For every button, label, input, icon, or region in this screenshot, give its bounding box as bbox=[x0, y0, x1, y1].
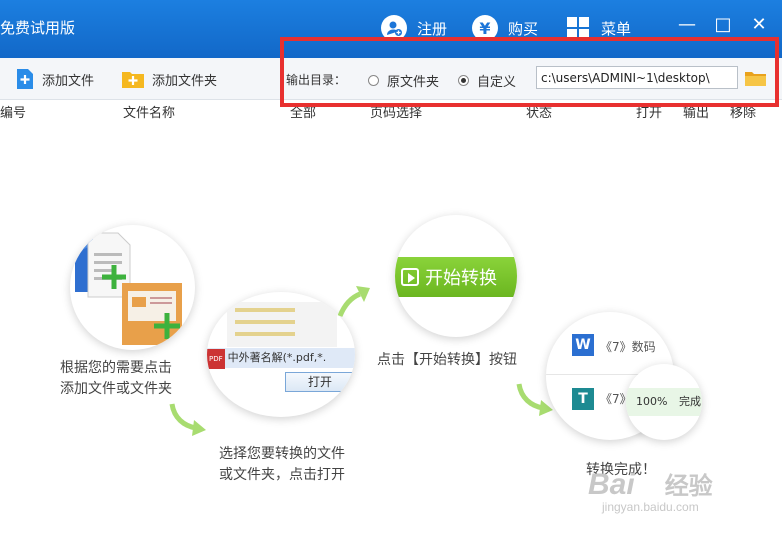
step2-text: 选择您要转换的文件 或文件夹，点击打开 bbox=[219, 446, 345, 483]
file-filter: (*.pdf,*. bbox=[282, 351, 327, 364]
add-folder-label: 添加文件夹 bbox=[152, 73, 218, 89]
play-icon bbox=[401, 268, 419, 286]
step3-circle: 开始转换 bbox=[395, 215, 517, 337]
app-title: 免费试用版 bbox=[0, 19, 76, 37]
close-icon: ✕ bbox=[751, 13, 767, 35]
step3-text: 点击【开始转换】按钮 bbox=[377, 352, 517, 368]
watermark-logo: Bai 经验 bbox=[588, 468, 713, 501]
step1-text: 根据您的需要点击 添加文件或文件夹 bbox=[60, 360, 172, 397]
menu-label: 菜单 bbox=[601, 19, 632, 38]
pdf-icon: PDF bbox=[207, 349, 225, 369]
add-folder-icon bbox=[121, 68, 145, 90]
file-name: 中外著名解 bbox=[227, 351, 283, 364]
arrow-step1-icon bbox=[169, 403, 206, 436]
add-file-button[interactable]: 添加文件 bbox=[15, 67, 94, 91]
maximize-icon: □ bbox=[714, 13, 732, 35]
buy-label: 购买 bbox=[508, 19, 539, 38]
add-file-label: 添加文件 bbox=[42, 73, 95, 89]
add-file-icon bbox=[15, 68, 35, 90]
file-dialog-list bbox=[227, 302, 337, 347]
close-button[interactable]: ✕ bbox=[747, 12, 771, 36]
column-number: 编号 bbox=[0, 106, 27, 121]
watermark-url: jingyan.baidu.com bbox=[602, 500, 699, 514]
file-row: PDF 中外著名解(*.pdf,*. bbox=[207, 348, 355, 369]
minimize-button[interactable]: — bbox=[675, 12, 699, 36]
progress-value: 100% bbox=[636, 395, 668, 408]
start-convert-button[interactable]: 开始转换 bbox=[395, 257, 517, 297]
doc-title: 《7》数码 bbox=[600, 340, 656, 354]
add-folder-button[interactable]: 添加文件夹 bbox=[121, 67, 217, 91]
add-files-illustration-icon bbox=[75, 232, 182, 345]
text-doc-icon: T bbox=[572, 388, 594, 410]
progress-circle: 100% 完成 bbox=[626, 364, 702, 440]
step1-circle bbox=[70, 225, 195, 350]
register-label: 注册 bbox=[417, 19, 448, 38]
progress-status: 完成 bbox=[678, 395, 701, 408]
open-button[interactable]: 打开 bbox=[285, 372, 355, 392]
progress-badge: 100% 完成 bbox=[626, 388, 702, 416]
minimize-icon: — bbox=[678, 13, 696, 35]
step2-circle: PDF 中外著名解(*.pdf,*. 打开 bbox=[207, 292, 355, 417]
maximize-button[interactable]: □ bbox=[711, 12, 735, 36]
column-filename: 文件名称 bbox=[123, 106, 176, 121]
start-convert-label: 开始转换 bbox=[425, 268, 497, 289]
arrow-step2-icon bbox=[337, 286, 370, 317]
highlight-box bbox=[280, 37, 779, 107]
word-icon: W bbox=[572, 334, 594, 356]
